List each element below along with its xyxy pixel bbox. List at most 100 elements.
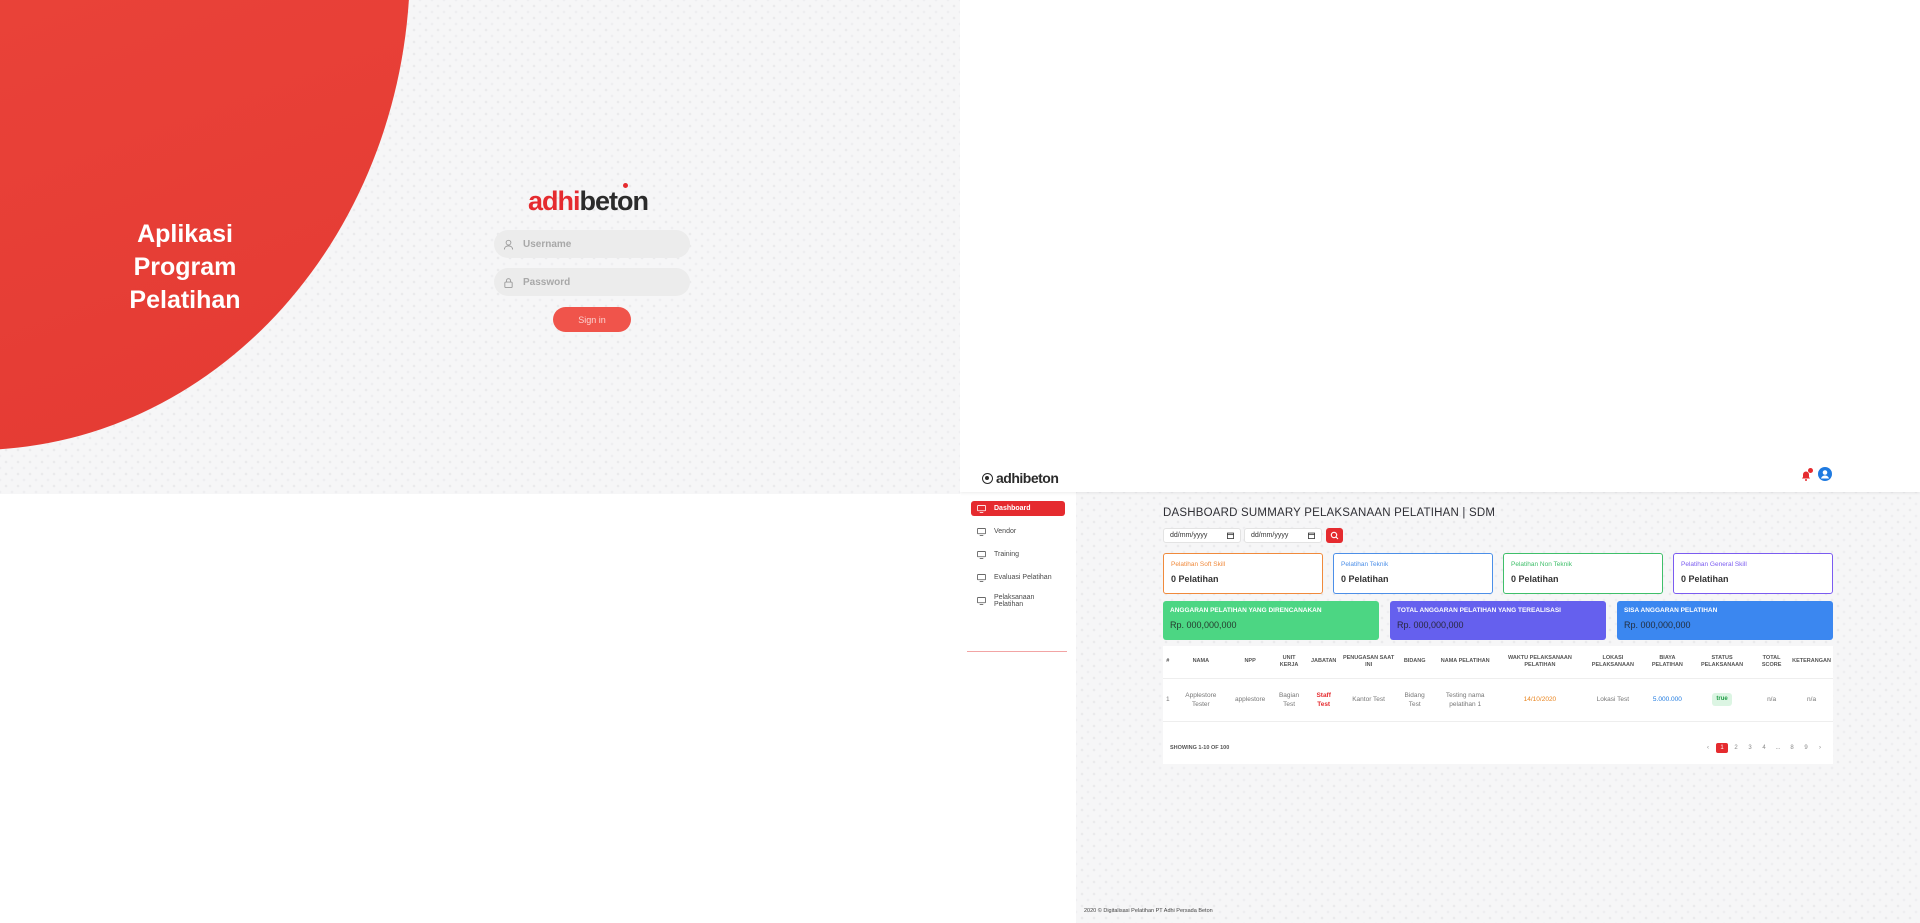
sidebar-item-evaluasi-pelatihan[interactable]: Evaluasi Pelatihan <box>971 570 1065 585</box>
sidebar-item-training[interactable]: Training <box>971 547 1065 562</box>
sidebar-item-label: Training <box>994 551 1020 558</box>
stat-label: Pelatihan Non Teknik <box>1511 561 1572 568</box>
budget-card-realized: TOTAL ANGGARAN PELATIHAN YANG TEREALISAS… <box>1390 601 1606 640</box>
column-header: KETERANGAN <box>1792 658 1831 665</box>
hero-line-2: Program <box>133 253 237 281</box>
table-row[interactable]: 1 Applestore Tester applestore Bagian Te… <box>1163 677 1833 721</box>
hero-line-3: Pelatihan <box>129 286 241 314</box>
stat-label: Pelatihan General Skill <box>1681 561 1747 568</box>
sidebar-divider <box>967 651 1067 652</box>
top-bar: adhibeton <box>960 458 1920 492</box>
cell-number: 1 <box>1163 677 1173 721</box>
cell-unit-kerja: Bagian Test <box>1271 677 1307 721</box>
monitor-icon <box>977 550 986 559</box>
end-date-input[interactable]: dd/mm/yyyy <box>1244 528 1322 543</box>
sidebar-item-pelaksanaan-pelatihan[interactable]: Pelaksanaan Pelatihan <box>971 593 1065 608</box>
column-header: WAKTU PELAKSANAAN PELATIHAN <box>1507 654 1572 668</box>
page-title: DASHBOARD SUMMARY PELAKSANAAN PELATIHAN … <box>1163 507 1496 519</box>
budget-label: SISA ANGGARAN PELATIHAN <box>1624 607 1718 614</box>
budget-label: ANGGARAN PELATIHAN YANG DIRENCANAKAN <box>1170 607 1322 614</box>
pagination-page-1[interactable]: 1 <box>1716 743 1728 753</box>
stat-value: 0 Pelatihan <box>1511 574 1559 584</box>
date-placeholder: dd/mm/yyyy <box>1170 532 1208 539</box>
main-content: DASHBOARD SUMMARY PELAKSANAAN PELATIHAN … <box>1076 492 1920 923</box>
dashboard-brand-text: adhibeton <box>996 470 1059 486</box>
column-header: UNIT KERJA <box>1279 654 1299 668</box>
cell-npp: applestore <box>1229 677 1272 721</box>
monitor-icon <box>977 573 986 582</box>
pagination: ‹ 1 2 3 4 ... 8 9 › <box>1702 743 1826 753</box>
pagination-prev-icon[interactable]: ‹ <box>1702 745 1714 751</box>
column-header: NAMA PELATIHAN <box>1440 658 1490 665</box>
column-header: LOKASI PELAKSANAAN <box>1591 654 1634 668</box>
password-input[interactable] <box>523 276 673 288</box>
hero-line-1: Aplikasi <box>137 220 233 248</box>
column-header: NPP <box>1244 658 1256 665</box>
user-avatar-icon[interactable] <box>1818 467 1832 481</box>
password-field <box>494 268 690 296</box>
pagination-ellipsis: ... <box>1775 745 1781 751</box>
brand-logo-part-1: adhi <box>528 186 581 216</box>
sidebar-item-vendor[interactable]: Vendor <box>971 524 1065 539</box>
pagination-page-9[interactable]: 9 <box>1800 745 1812 751</box>
dashboard-screen: adhibeton Dashboard Vendor Training Eval… <box>960 458 1920 923</box>
stat-label: Pelatihan Soft Skill <box>1171 561 1226 568</box>
budget-value: Rp. 000,000,000 <box>1170 620 1237 630</box>
cell-keterangan: n/a <box>1790 677 1833 721</box>
status-badge: true <box>1712 693 1732 706</box>
pagination-page-4[interactable]: 4 <box>1758 745 1770 751</box>
sidebar-item-label: Vendor <box>994 528 1017 535</box>
column-header: TOTAL SCORE <box>1761 654 1782 668</box>
sidebar-item-label: Evaluasi Pelatihan <box>994 574 1052 581</box>
budget-value: Rp. 000,000,000 <box>1397 620 1464 630</box>
column-header: # <box>1166 658 1170 665</box>
budget-card-remaining: SISA ANGGARAN PELATIHAN Rp. 000,000,000 <box>1617 601 1833 640</box>
brand-logo-o: o <box>617 183 633 216</box>
login-screen: Aplikasi Program Pelatihan adhibeton Sig… <box>0 0 960 494</box>
budget-label: TOTAL ANGGARAN PELATIHAN YANG TEREALISAS… <box>1397 607 1561 614</box>
cell-nama: Applestore Tester <box>1172 677 1230 721</box>
stat-card-non-teknik: Pelatihan Non Teknik 0 Pelatihan <box>1503 553 1663 594</box>
username-input[interactable] <box>523 238 673 250</box>
stat-value: 0 Pelatihan <box>1171 574 1219 584</box>
page-footer: 2020 © Digitalisasi Pelatihan PT Adhi Pe… <box>1084 908 1213 914</box>
notification-icon[interactable] <box>1800 468 1813 481</box>
logo-mark-icon <box>982 472 993 484</box>
search-button[interactable] <box>1326 528 1343 543</box>
column-header: PENUGASAN SAAT INI <box>1342 654 1395 668</box>
stat-label: Pelatihan Teknik <box>1341 561 1389 568</box>
budget-card-planned: ANGGARAN PELATIHAN YANG DIRENCANAKAN Rp.… <box>1163 601 1379 640</box>
pagination-page-3[interactable]: 3 <box>1744 745 1756 751</box>
signin-button[interactable]: Sign in <box>553 307 631 332</box>
sidebar-item-dashboard[interactable]: Dashboard <box>971 501 1065 516</box>
search-icon <box>1330 531 1339 540</box>
column-header: STATUS PELAKSANAAN <box>1700 654 1744 668</box>
stat-card-general-skill: Pelatihan General Skill 0 Pelatihan <box>1673 553 1833 594</box>
column-header: BIDANG <box>1403 658 1426 665</box>
column-header: BIAYA PELATIHAN <box>1651 654 1683 668</box>
cell-waktu: 14/10/2020 <box>1497 677 1582 721</box>
stat-card-soft-skill: Pelatihan Soft Skill 0 Pelatihan <box>1163 553 1323 594</box>
cell-biaya: 5.000.000 <box>1643 677 1692 721</box>
stat-value: 0 Pelatihan <box>1341 574 1389 584</box>
hero-title: Aplikasi Program Pelatihan <box>100 218 270 317</box>
pagination-page-2[interactable]: 2 <box>1730 745 1742 751</box>
table-footer: SHOWING 1-10 OF 100 ‹ 1 2 3 4 ... 8 9 › <box>1163 735 1833 761</box>
brand-logo: adhibeton <box>528 183 649 217</box>
cell-total-score: n/a <box>1753 677 1791 721</box>
sidebar: Dashboard Vendor Training Evaluasi Pelat… <box>960 492 1076 923</box>
cell-penugasan: Kantor Test <box>1340 677 1397 721</box>
monitor-icon <box>977 596 986 605</box>
cell-status: true <box>1691 677 1754 721</box>
start-date-input[interactable]: dd/mm/yyyy <box>1163 528 1241 543</box>
cell-jabatan: Staff Test <box>1306 677 1341 721</box>
monitor-icon <box>977 504 986 513</box>
cell-nama-pelatihan: Testing nama pelatihan 1 <box>1432 677 1498 721</box>
pagination-page-8[interactable]: 8 <box>1786 745 1798 751</box>
lock-icon <box>504 277 513 288</box>
stat-card-teknik: Pelatihan Teknik 0 Pelatihan <box>1333 553 1493 594</box>
showing-count: SHOWING 1-10 OF 100 <box>1170 745 1230 751</box>
table-header-row: # NAMA NPP UNIT KERJA JABATAN PENUGASAN … <box>1163 646 1833 678</box>
brand-logo-part-3: n <box>632 186 649 216</box>
pagination-next-icon[interactable]: › <box>1814 745 1826 751</box>
